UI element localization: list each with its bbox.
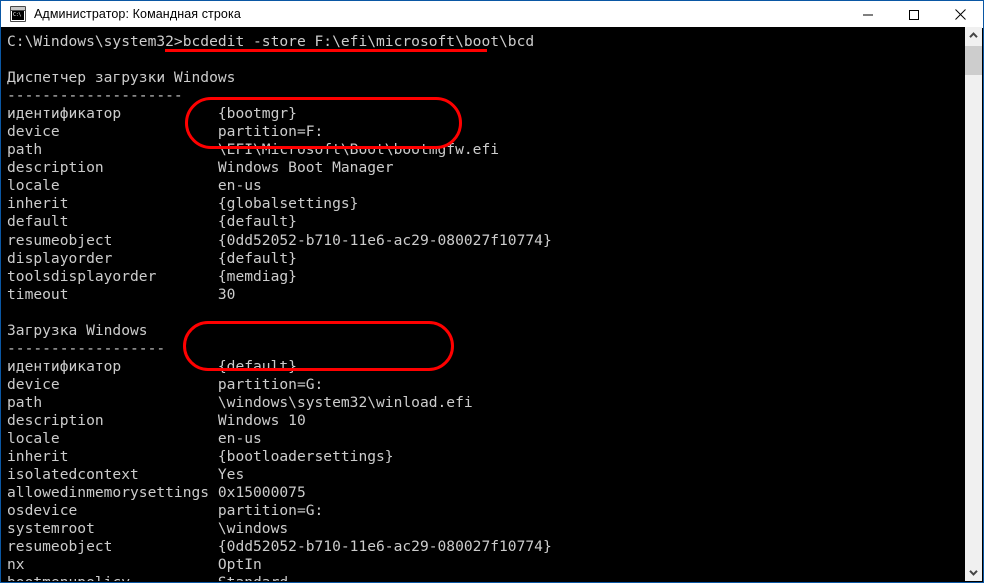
console-line: path \EFI\Microsoft\Boot\bootmgfw.efi — [7, 141, 500, 159]
console-line: C:\Windows\system32>bcdedit -store F:\ef… — [7, 33, 535, 50]
console-text-buffer: C:\Windows\system32>bcdedit -store F:\ef… — [7, 33, 965, 581]
console-line: идентификатор {bootmgr} — [7, 105, 297, 123]
console-line: osdevice partition=G: — [7, 502, 324, 520]
console-line: device partition=F: — [7, 123, 324, 141]
chevron-up-icon — [969, 32, 978, 38]
command-prompt-window: C:\ Администратор: Командная строка C:\W… — [0, 0, 984, 583]
console-line: Диспетчер загрузки Windows — [7, 69, 236, 87]
console-line: bootmenupolicy Standard — [7, 574, 965, 581]
console-line: resumeobject {0dd52052-b710-11e6-ac29-08… — [7, 231, 552, 249]
console-line: ------------------ — [7, 339, 166, 357]
scrollbar-up-button[interactable] — [965, 27, 982, 44]
console-line: locale en-us — [7, 177, 262, 195]
console-line: description Windows Boot Manager — [7, 159, 394, 177]
console-line: Загрузка Windows — [7, 321, 148, 339]
console-line: inherit {globalsettings} — [7, 195, 359, 213]
scrollbar-track[interactable] — [965, 44, 982, 564]
console-line: timeout 30 — [7, 285, 236, 303]
chevron-down-icon — [969, 570, 978, 576]
window-title: Администратор: Командная строка — [34, 7, 241, 21]
minimize-button[interactable] — [845, 1, 891, 28]
console-line: -------------------- — [7, 87, 183, 105]
console-line: isolatedcontext Yes — [7, 466, 245, 484]
maximize-button[interactable] — [891, 1, 937, 28]
console-line: resumeobject {0dd52052-b710-11e6-ac29-08… — [7, 538, 552, 556]
vertical-scrollbar[interactable] — [964, 27, 982, 581]
console-line: systemroot \windows — [7, 520, 289, 538]
window-titlebar[interactable]: C:\ Администратор: Командная строка — [1, 0, 983, 28]
scrollbar-down-button[interactable] — [965, 564, 982, 581]
console-line: path \windows\system32\winload.efi — [7, 393, 473, 411]
maximize-icon — [909, 9, 919, 20]
console-output-area[interactable]: C:\Windows\system32>bcdedit -store F:\ef… — [2, 27, 966, 581]
scrollbar-thumb[interactable] — [965, 46, 982, 75]
console-icon: C:\ — [10, 6, 26, 22]
console-line: locale en-us — [7, 430, 262, 448]
console-line: device partition=G: — [7, 375, 324, 393]
console-line: description Windows 10 — [7, 411, 306, 429]
console-line: displayorder {default} — [7, 249, 297, 267]
console-line: идентификатор {default} — [7, 357, 297, 375]
close-icon — [954, 9, 966, 20]
console-icon-text: C:\ — [12, 11, 24, 20]
console-line: default {default} — [7, 213, 297, 231]
console-line: toolsdisplayorder {memdiag} — [7, 267, 297, 285]
console-line: nx OptIn — [7, 556, 262, 574]
console-line: allowedinmemorysettings 0x15000075 — [7, 484, 306, 502]
minimize-icon — [863, 14, 873, 15]
close-button[interactable] — [937, 1, 983, 28]
window-controls — [845, 1, 983, 28]
console-line: inherit {bootloadersettings} — [7, 448, 394, 466]
